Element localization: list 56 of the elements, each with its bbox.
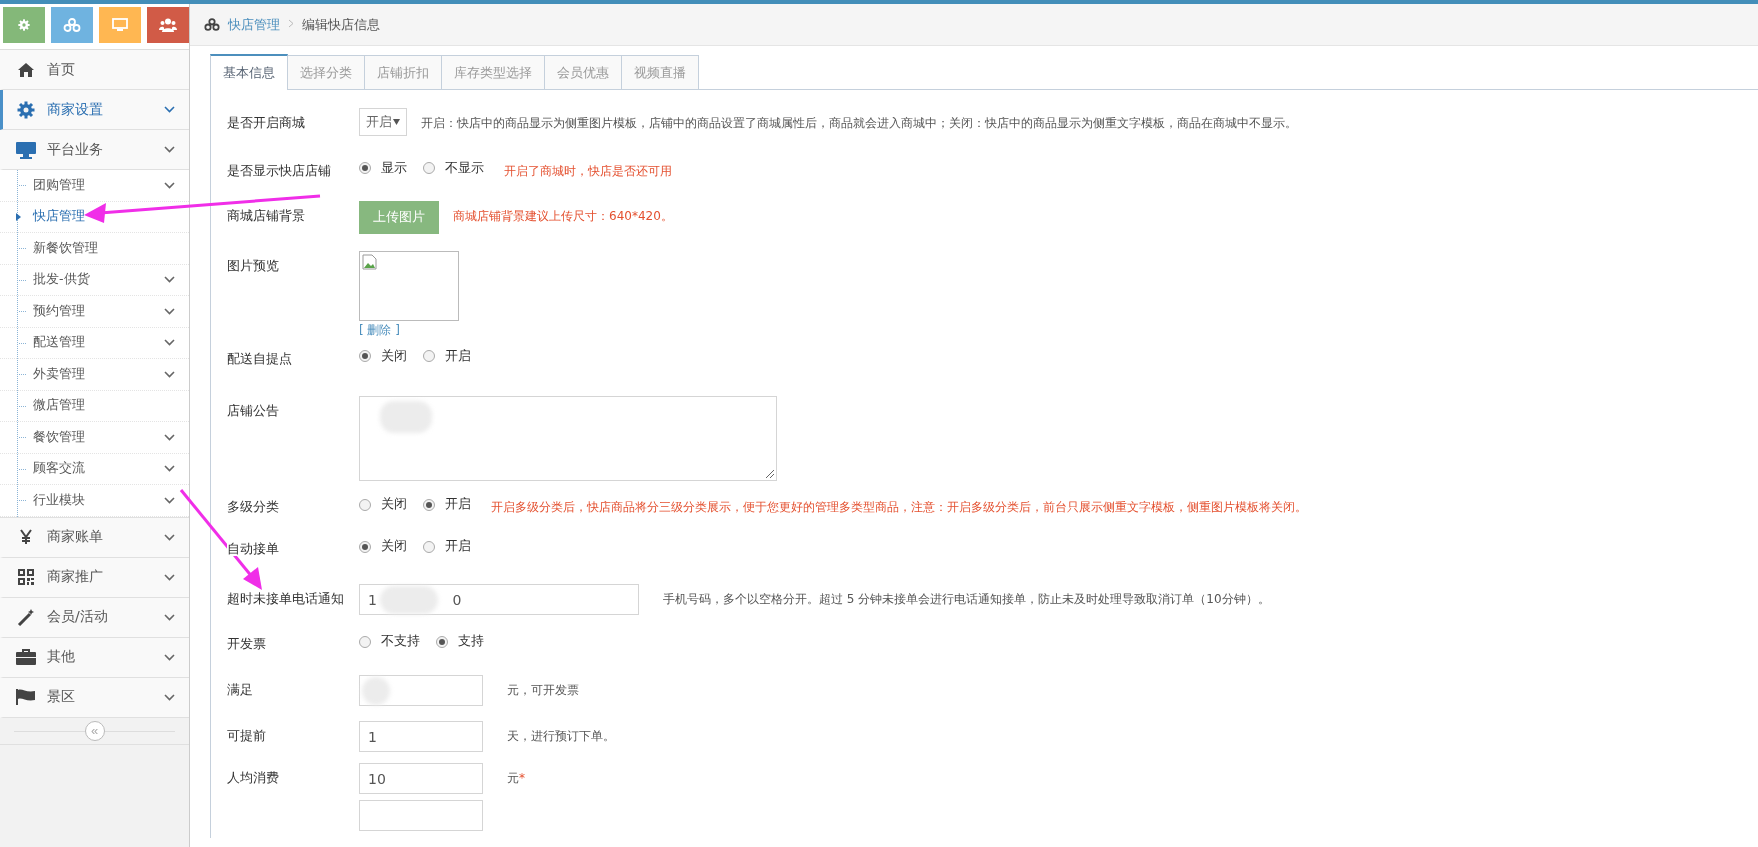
submenu-item[interactable]: 餐饮管理 bbox=[0, 422, 189, 454]
radio-label[interactable]: 开启 bbox=[445, 538, 471, 556]
field-label: 是否显示快店店铺 bbox=[227, 162, 331, 178]
radio-label[interactable]: 不支持 bbox=[381, 633, 420, 651]
sidebar-item[interactable]: 平台业务 bbox=[0, 130, 189, 170]
radio-label[interactable]: 不显示 bbox=[445, 159, 484, 177]
hint-text: 元，可开发票 bbox=[507, 682, 579, 700]
radio-label[interactable]: 关闭 bbox=[381, 496, 407, 514]
sidebar-item[interactable]: 会员/活动 bbox=[0, 597, 189, 638]
warning-text: 开启了商城时，快店是否还可用 bbox=[504, 162, 672, 180]
hint-text: 元* bbox=[507, 770, 525, 788]
hint-text: 开启：快店中的商品显示为侧重图片模板，店铺中的商品设置了商城属性后，商品就会进入商城中；关闭：快店中的商品显示为侧重文字模板，商品在商城中不显示。 bbox=[421, 115, 1297, 132]
submenu-item[interactable]: 预约管理 bbox=[0, 296, 189, 328]
breadcrumb-current: 编辑快店信息 bbox=[302, 15, 380, 34]
field-label: 满足 bbox=[227, 682, 253, 698]
field-label: 开发票 bbox=[227, 636, 266, 652]
sidebar-item[interactable]: 景区 bbox=[0, 677, 189, 718]
field-label: 多级分类 bbox=[227, 499, 279, 515]
radio-label[interactable]: 开启 bbox=[445, 496, 471, 514]
input-field[interactable]: 1 0 bbox=[359, 584, 639, 616]
submenu-item[interactable]: 行业模块 bbox=[0, 485, 189, 517]
field-label: 配送自提点 bbox=[227, 350, 292, 366]
select-field[interactable]: 开启 bbox=[359, 108, 407, 136]
radio-label[interactable]: 开启 bbox=[445, 347, 471, 365]
delete-link[interactable]: [ 删除 ] bbox=[359, 321, 400, 339]
sidebar-item[interactable]: 商家推广 bbox=[0, 557, 189, 598]
hint-text: 天，进行预订下单。 bbox=[507, 728, 615, 746]
field-label: 店铺公告 bbox=[227, 403, 279, 419]
field-label: 人均消费 bbox=[227, 770, 279, 786]
input-field[interactable]: 10 bbox=[359, 763, 483, 795]
hint-text: 手机号码，多个以空格分开。超过 5 分钟未接单会进行电话通知接单，防止未及时处理导致取消订单（10分钟）。 bbox=[663, 591, 1270, 609]
radio-label[interactable]: 支持 bbox=[458, 633, 484, 651]
sidebar-item[interactable]: 商家设置 bbox=[0, 90, 189, 130]
input-field[interactable]: 1 bbox=[359, 721, 483, 753]
field-label: 图片预览 bbox=[227, 257, 279, 273]
radio-label[interactable]: 关闭 bbox=[381, 538, 407, 556]
submenu-item[interactable]: 外卖管理 bbox=[0, 359, 189, 391]
radio-label[interactable]: 显示 bbox=[381, 159, 407, 177]
field-label: 自动接单 bbox=[227, 541, 279, 557]
submenu-item[interactable]: 批发-供货 bbox=[0, 264, 189, 296]
tab[interactable]: 基本信息 bbox=[210, 54, 288, 90]
sidebar-item[interactable]: 商家账单 bbox=[0, 517, 189, 558]
field-label: 超时未接单电话通知 bbox=[227, 591, 344, 607]
submenu-item[interactable]: 新餐饮管理 bbox=[0, 233, 189, 265]
field-label: 可提前 bbox=[227, 728, 266, 744]
sidebar-item[interactable]: 其他 bbox=[0, 637, 189, 678]
field-label: 商城店铺背景 bbox=[227, 207, 305, 223]
warning-text: 开启多级分类后，快店商品将分三级分类展示，便于您更好的管理多类型商品，注意：开启多级分类后，前台只展示侧重文字模板，侧重图片模板将关闭。 bbox=[491, 499, 1307, 517]
warning-text: 商城店铺背景建议上传尺寸：640*420。 bbox=[453, 207, 673, 225]
submenu-item[interactable]: 顾客交流 bbox=[0, 453, 189, 485]
submenu-item[interactable]: 微店管理 bbox=[0, 390, 189, 422]
sidebar-item[interactable]: 首页 bbox=[0, 50, 189, 90]
field-label: 是否开启商城 bbox=[227, 115, 305, 130]
submenu-item[interactable]: 配送管理 bbox=[0, 327, 189, 359]
radio-label[interactable]: 关闭 bbox=[381, 347, 407, 365]
submenu-item[interactable]: 团购管理 bbox=[0, 170, 189, 202]
